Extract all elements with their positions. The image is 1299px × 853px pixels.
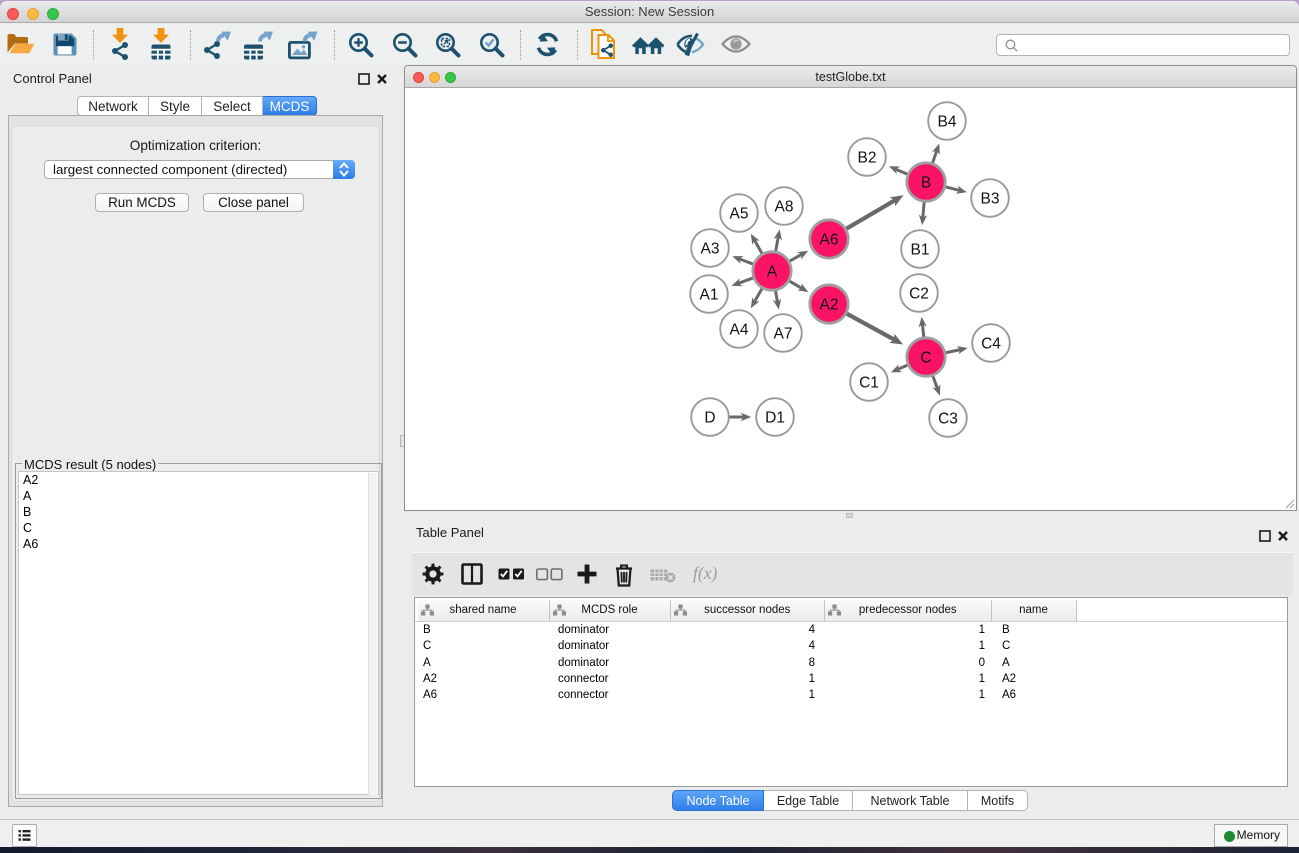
svg-text:C1: C1 — [859, 375, 879, 392]
svg-text:C3: C3 — [938, 411, 958, 428]
svg-text:C: C — [920, 350, 931, 367]
svg-text:C4: C4 — [981, 336, 1001, 353]
svg-text:B1: B1 — [911, 242, 930, 259]
svg-text:A6: A6 — [820, 232, 839, 249]
svg-text:A3: A3 — [701, 241, 720, 258]
svg-text:A8: A8 — [775, 199, 794, 216]
svg-text:D1: D1 — [765, 410, 785, 427]
svg-text:A2: A2 — [820, 297, 839, 314]
svg-text:A: A — [767, 264, 778, 281]
svg-text:B2: B2 — [858, 150, 877, 167]
svg-text:B: B — [921, 175, 931, 192]
svg-text:D: D — [704, 410, 715, 427]
svg-text:C2: C2 — [909, 286, 929, 303]
svg-text:A7: A7 — [774, 326, 793, 343]
svg-text:A4: A4 — [730, 322, 749, 339]
svg-text:A1: A1 — [700, 287, 719, 304]
svg-text:B4: B4 — [938, 114, 957, 131]
svg-text:B3: B3 — [981, 191, 1000, 208]
svg-text:A5: A5 — [730, 206, 749, 223]
